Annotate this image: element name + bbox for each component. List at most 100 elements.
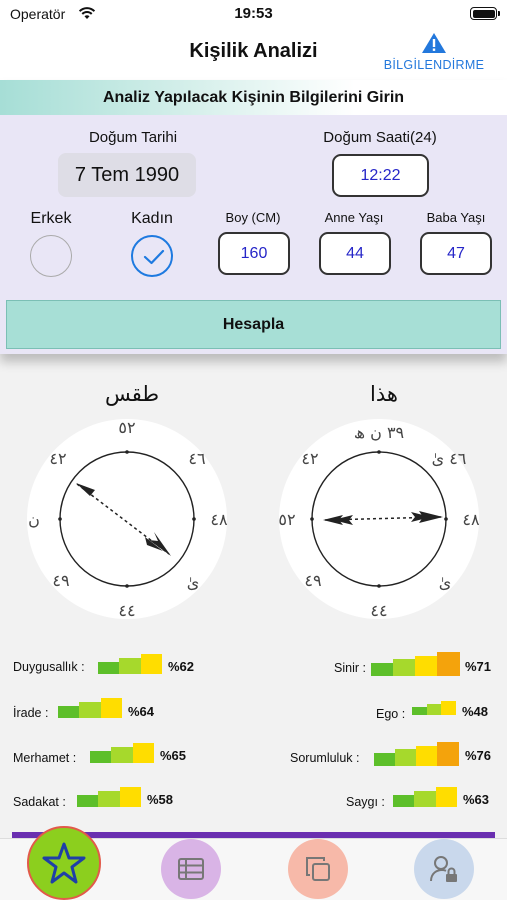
stat-bar-segment bbox=[414, 791, 437, 807]
stat-bar-segment bbox=[412, 706, 428, 715]
right-clock-label-right: ٤٨ bbox=[462, 510, 480, 529]
tab-copy[interactable] bbox=[288, 839, 348, 899]
stat-bar-segment bbox=[393, 795, 415, 807]
stat-bar-segment bbox=[132, 743, 155, 763]
right-clock-label-top-left: ٤٢ bbox=[301, 449, 318, 468]
female-radio[interactable] bbox=[131, 235, 173, 277]
status-bar: Operatör 19:53 bbox=[0, 0, 507, 28]
stat-bar-segment bbox=[441, 701, 457, 715]
stat-bar-segment bbox=[437, 652, 460, 676]
checkmark-icon bbox=[143, 249, 165, 265]
birth-date-picker[interactable]: 7 Tem 1990 bbox=[58, 153, 196, 197]
stat-bar-sadakat bbox=[77, 787, 142, 807]
stat-value-saygi: %63 bbox=[463, 792, 490, 807]
left-clock-label-top-left: ٤٢ bbox=[49, 449, 66, 468]
stat-label-sadakat: Sadakat : bbox=[13, 795, 66, 809]
panel-header: Analiz Yapılacak Kişinin Bilgilerini Gir… bbox=[0, 80, 507, 115]
nav-bar: Kişilik Analizi BİLGİLENDİRME bbox=[0, 28, 507, 80]
stat-value-irade: %64 bbox=[128, 704, 155, 719]
stat-bar-segment bbox=[79, 702, 102, 718]
stat-value-duygusallik: %62 bbox=[168, 659, 195, 674]
stat-bar-segment bbox=[119, 658, 142, 674]
left-clock-label-bottom: ٤٤ bbox=[118, 601, 135, 620]
stat-value-sadakat: %58 bbox=[147, 792, 174, 807]
left-clock-label-right: ٤٨ bbox=[210, 510, 228, 529]
tab-analysis[interactable] bbox=[27, 826, 101, 900]
stat-label-sinir: Sinir : bbox=[334, 661, 366, 675]
right-clock-label-top-right: ٤٦ ىٰ bbox=[432, 449, 467, 468]
stat-bar-segment bbox=[437, 742, 459, 766]
height-label: Boy (CM) bbox=[225, 210, 281, 225]
stat-bar-segment bbox=[426, 703, 442, 715]
warning-icon bbox=[422, 33, 446, 53]
stat-bar-merhamet bbox=[90, 743, 155, 763]
stat-bar-segment bbox=[98, 662, 120, 674]
stat-bar-segment bbox=[435, 787, 458, 807]
mother-age-label: Anne Yaşı bbox=[324, 210, 384, 225]
stat-bar-segment bbox=[415, 655, 438, 676]
right-clock-title: هذا bbox=[370, 383, 398, 406]
stat-bar-segment bbox=[395, 749, 417, 766]
tab-list[interactable] bbox=[161, 839, 221, 899]
stat-bar-saygi bbox=[393, 787, 458, 807]
stat-bar-sinir bbox=[371, 652, 460, 676]
right-clock-label-bottom: ٤٤ bbox=[370, 601, 387, 620]
right-clock: ٣٩ ن ھ ٤٢ ٤٦ ىٰ ٥٢ ٤٨ ٤٩ ىٰ ٤٤ bbox=[278, 419, 480, 620]
results-area: طقس هذا ٥٢ ٤٢ ٤٦ ن ٤٨ ٤٩ ىٰ ٤٤ ٣٩ ن ھ ٤٢… bbox=[0, 354, 507, 838]
mother-age-field[interactable]: 44 bbox=[319, 232, 391, 275]
tab-bar bbox=[0, 826, 507, 900]
stat-bar-segment bbox=[58, 706, 80, 718]
stat-bar-ego bbox=[412, 701, 457, 715]
stat-bar-segment bbox=[111, 747, 134, 763]
stat-label-irade: İrade : bbox=[13, 706, 49, 720]
stat-bar-irade bbox=[58, 698, 123, 718]
height-field[interactable]: 160 bbox=[218, 232, 290, 275]
left-clock-label-left: ن bbox=[28, 510, 40, 529]
stat-bar-sorumluluk bbox=[374, 742, 459, 766]
father-age-label: Baba Yaşı bbox=[426, 210, 486, 225]
stat-label-sorumluluk: Sorumluluk : bbox=[290, 751, 360, 765]
star-icon bbox=[42, 842, 86, 884]
left-clock-label-top: ٥٢ bbox=[118, 418, 135, 437]
stat-bar-segment bbox=[371, 662, 394, 676]
stat-label-duygusallik: Duygusallık : bbox=[13, 660, 85, 674]
father-age-field[interactable]: 47 bbox=[420, 232, 492, 275]
stat-value-sorumluluk: %76 bbox=[465, 748, 492, 763]
stat-value-ego: %48 bbox=[462, 704, 489, 719]
right-clock-label-bottom-right: ىٰ bbox=[439, 573, 452, 592]
left-clock-label-top-right: ٤٦ bbox=[188, 449, 205, 468]
left-clock: ٥٢ ٤٢ ٤٦ ن ٤٨ ٤٩ ىٰ ٤٤ bbox=[27, 418, 228, 620]
stat-bar-segment bbox=[393, 659, 416, 676]
info-label: BİLGİLENDİRME bbox=[383, 58, 485, 72]
stat-label-saygi: Saygı : bbox=[346, 795, 385, 809]
left-clock-title: طقس bbox=[104, 383, 160, 406]
user-lock-icon bbox=[430, 856, 457, 882]
male-radio[interactable] bbox=[30, 235, 72, 277]
birth-time-field[interactable]: 12:22 bbox=[332, 154, 429, 197]
list-icon bbox=[178, 858, 204, 880]
stat-bar-segment bbox=[100, 698, 123, 718]
left-clock-label-bottom-right: ىٰ bbox=[187, 573, 200, 592]
tab-profile[interactable] bbox=[414, 839, 474, 899]
stat-bar-segment bbox=[140, 654, 163, 674]
left-clock-label-bottom-left: ٤٩ bbox=[52, 571, 69, 590]
stat-label-merhamet: Merhamet : bbox=[13, 751, 77, 765]
battery-icon bbox=[470, 7, 500, 20]
birth-date-label: Doğum Tarihi bbox=[88, 129, 178, 146]
stat-bar-segment bbox=[374, 752, 396, 766]
right-clock-label-left: ٥٢ bbox=[278, 510, 295, 529]
copy-icon bbox=[306, 857, 330, 881]
status-time: 19:53 bbox=[234, 5, 273, 22]
right-clock-label-bottom-left: ٤٩ bbox=[304, 571, 321, 590]
info-button[interactable]: BİLGİLENDİRME bbox=[379, 32, 489, 72]
birth-time-label: Doğum Saati(24) bbox=[323, 129, 437, 146]
input-panel: Analiz Yapılacak Kişinin Bilgilerini Gir… bbox=[0, 80, 507, 354]
calculate-button[interactable]: Hesapla bbox=[6, 300, 501, 349]
stat-bar-segment bbox=[119, 787, 142, 807]
stat-value-sinir: %71 bbox=[465, 659, 492, 674]
right-clock-label-top: ٣٩ ن ھ bbox=[354, 423, 404, 442]
stat-bar-segment bbox=[98, 791, 121, 807]
stat-bar-segment bbox=[77, 795, 99, 807]
stat-bar-duygusallik bbox=[98, 654, 163, 674]
male-label: Erkek bbox=[30, 210, 72, 227]
